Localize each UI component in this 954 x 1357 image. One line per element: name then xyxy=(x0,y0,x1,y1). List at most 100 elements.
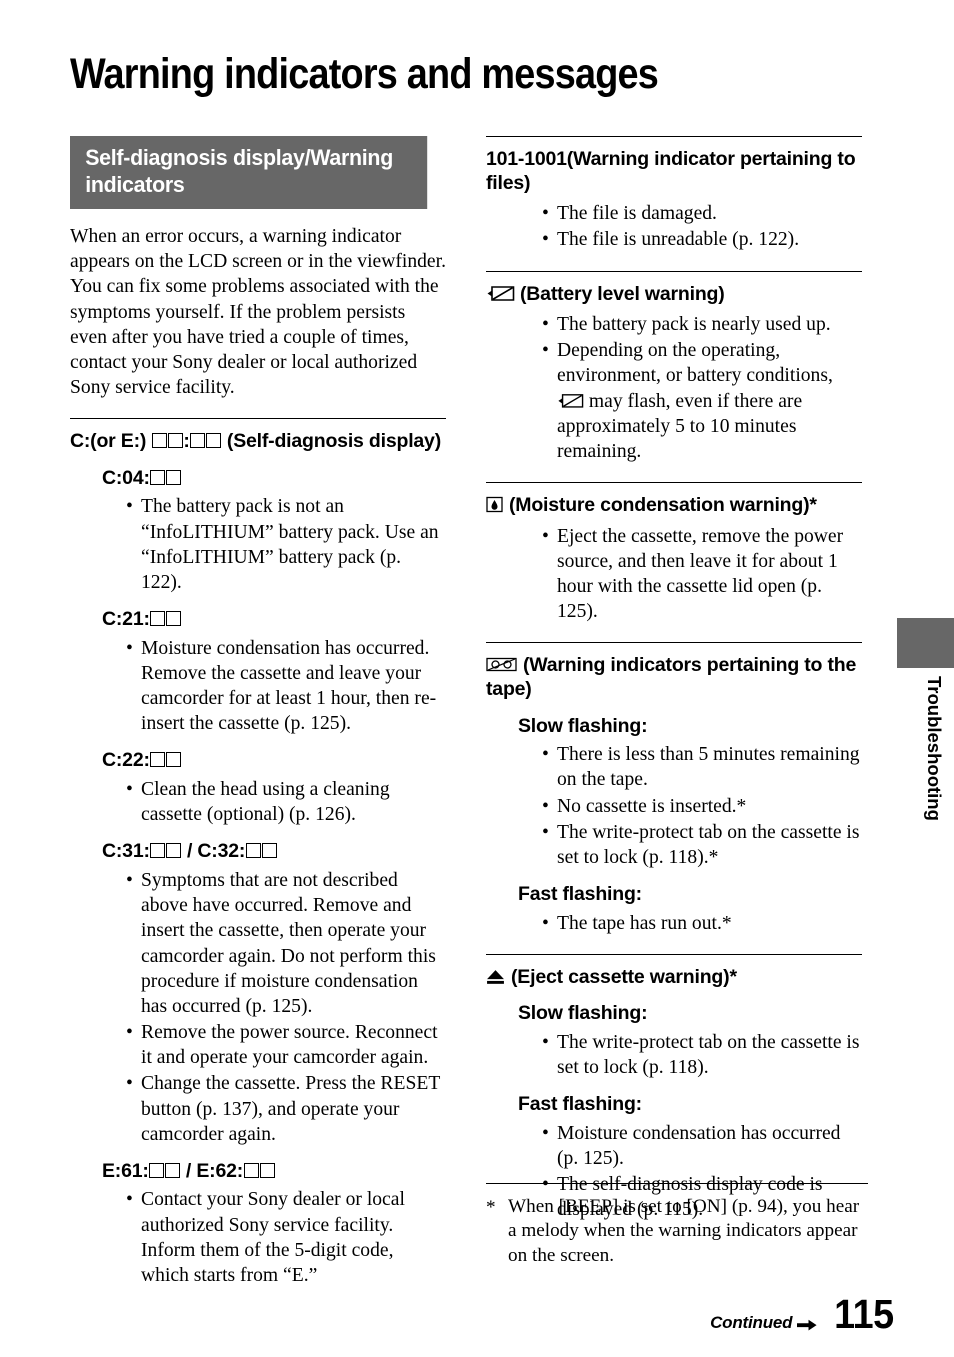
heading-text: (Battery level warning) xyxy=(520,282,725,305)
bullet-icon: • xyxy=(542,314,549,336)
moisture-drop-icon xyxy=(486,496,503,513)
box-glyph-icon xyxy=(150,611,166,627)
code-label: C:22: xyxy=(102,749,150,772)
box-glyph-icon xyxy=(150,752,166,768)
list-item-text: The file is unreadable (p. 122). xyxy=(557,229,800,251)
heading-text: (Moisture condensation warning)* xyxy=(509,494,817,517)
bullet-list-moisture: • Eject the cassette, remove the power so… xyxy=(486,524,862,625)
page-footer: Continued 115 xyxy=(710,1294,894,1335)
list-item-text: There is less than 5 minutes remaining o… xyxy=(557,744,860,791)
document-page: Warning indicators and messages Self-dia… xyxy=(0,0,954,1357)
battery-low-icon xyxy=(486,285,515,302)
list-item-text: No cassette is inserted.* xyxy=(557,795,747,817)
footnote-marker: * xyxy=(486,1197,496,1218)
list-item: • Change the cassette. Press the RESET bu… xyxy=(126,1071,446,1147)
box-glyph-icon xyxy=(151,433,167,449)
footnote-body: * When [BEEP] is set to [ON] (p. 94), you… xyxy=(486,1195,868,1268)
side-tab-block xyxy=(897,618,954,668)
list-item: • The write-protect tab on the cassette i… xyxy=(542,1030,862,1080)
heading-moisture-warning: (Moisture condensation warning)* xyxy=(486,494,862,518)
heading-tape-warning: (Warning indicators pertaining to the ta… xyxy=(486,654,862,701)
box-glyph-icon xyxy=(245,843,261,859)
list-item-text: Contact your Sony dealer or local author… xyxy=(141,1189,405,1286)
subheading-e61-e62: E:61: / E:62: xyxy=(70,1160,446,1184)
continued-text: Continued xyxy=(710,1313,793,1332)
list-item: • Clean the head using a cleaning cassett… xyxy=(126,777,446,827)
divider xyxy=(486,642,862,644)
heading-battery-warning: (Battery level warning) xyxy=(486,283,862,307)
list-item-text: Eject the cassette, remove the power sou… xyxy=(557,525,844,623)
battery-low-icon xyxy=(557,393,584,409)
box-glyph-icon xyxy=(166,469,182,485)
bullet-icon: • xyxy=(126,1022,133,1044)
heading-text: (Eject cassette warning)* xyxy=(511,965,737,988)
subheading-c31-c32: C:31: / C:32: xyxy=(70,840,446,864)
bullet-icon: • xyxy=(542,340,549,362)
list-item-text: The write-protect tab on the cassette is… xyxy=(557,1032,860,1079)
list-item-text: Moisture condensation has occurred. Remo… xyxy=(141,637,437,735)
list-item: • The write-protect tab on the cassette i… xyxy=(542,820,862,870)
list-item: • The battery pack is not an “InfoLITHIUM… xyxy=(126,494,446,595)
arrow-right-icon xyxy=(797,1316,817,1331)
side-tab-label: Troubleshooting xyxy=(897,676,954,876)
list-item: • The file is damaged. xyxy=(542,201,862,226)
code-label: / C:32: xyxy=(181,840,246,863)
bullet-icon: • xyxy=(542,744,549,766)
list-item: • The tape has run out.* xyxy=(542,911,862,936)
box-glyph-icon xyxy=(150,843,166,859)
bullet-list-c21: • Moisture condensation has occurred. Rem… xyxy=(70,636,446,737)
bullet-icon: • xyxy=(542,912,549,934)
box-glyph-icon xyxy=(150,469,166,485)
bullet-list-c31-c32: • Symptoms that are not described above h… xyxy=(70,868,446,1147)
subheading-c22: C:22: xyxy=(70,749,446,773)
cassette-tape-warning-icon xyxy=(486,656,517,673)
continued-label: Continued xyxy=(710,1313,817,1333)
divider xyxy=(486,482,862,484)
box-glyph-icon xyxy=(166,752,182,768)
footnote-text: When [BEEP] is set to [ON] (p. 94), you … xyxy=(508,1196,860,1266)
left-column: Self-diagnosis display/Warning indicator… xyxy=(70,136,446,1289)
bullet-icon: • xyxy=(542,229,549,251)
code-label: / E:62: xyxy=(180,1159,244,1182)
bullet-icon: • xyxy=(126,496,133,518)
box-glyph-icon xyxy=(166,843,182,859)
list-item-text: may flash, even if there are approximate… xyxy=(557,390,803,462)
box-glyph-icon xyxy=(149,1162,165,1178)
list-item: • The file is unreadable (p. 122). xyxy=(542,227,862,252)
heading-eject-warning: (Eject cassette warning)* xyxy=(486,966,862,990)
list-item: • No cassette is inserted.* xyxy=(542,794,862,819)
subheading-tape-fast-flashing: Fast flashing: xyxy=(518,883,642,906)
bullet-list-eject-slow: • The write-protect tab on the cassette i… xyxy=(486,1030,862,1080)
list-item-text: The battery pack is not an “InfoLITHIUM”… xyxy=(141,496,439,593)
list-item: • Remove the power source. Reconnect it a… xyxy=(126,1020,446,1070)
heading-suffix: (Self-diagnosis display) xyxy=(221,430,441,453)
intro-paragraph-2: You can fix some problems associated wit… xyxy=(70,276,439,399)
divider xyxy=(486,953,862,955)
bullet-list-files: • The file is damaged. • The file is unrea… xyxy=(486,201,862,252)
code-label: C:21: xyxy=(102,608,150,631)
box-glyph-icon xyxy=(190,433,206,449)
list-item-text: Remove the power source. Reconnect it an… xyxy=(141,1022,438,1069)
list-item-text: The tape has run out.* xyxy=(557,912,732,934)
bullet-icon: • xyxy=(126,869,133,891)
bullet-icon: • xyxy=(126,637,133,659)
bullet-list-tape-slow: • There is less than 5 minutes remaining … xyxy=(486,742,862,870)
bullet-icon: • xyxy=(126,779,133,801)
bullet-icon: • xyxy=(126,1073,133,1095)
code-label: C:04: xyxy=(102,466,150,489)
box-glyph-icon xyxy=(167,433,183,449)
list-item: • Depending on the operating, environment… xyxy=(542,338,862,464)
heading-text: (Warning indicators pertaining to the ta… xyxy=(486,654,857,701)
intro-paragraph-1: When an error occurs, a warning indicato… xyxy=(70,226,446,273)
section-header-self-diagnosis: Self-diagnosis display/Warning indicator… xyxy=(70,136,428,210)
subheading-eject-fast-flashing: Fast flashing: xyxy=(518,1093,642,1116)
bullet-icon: • xyxy=(542,1122,549,1144)
list-item: • Moisture condensation has occurred. Rem… xyxy=(126,636,446,737)
footnote: * When [BEEP] is set to [ON] (p. 94), you… xyxy=(486,1183,868,1268)
list-item-text: Clean the head using a cleaning cassette… xyxy=(141,779,390,826)
box-glyph-icon xyxy=(206,433,222,449)
subheading-tape-slow-flashing: Slow flashing: xyxy=(518,714,648,737)
code-label: E:61: xyxy=(102,1159,149,1182)
list-item-text: Symptoms that are not described above ha… xyxy=(141,869,436,1017)
list-item: • There is less than 5 minutes remaining … xyxy=(542,742,862,792)
